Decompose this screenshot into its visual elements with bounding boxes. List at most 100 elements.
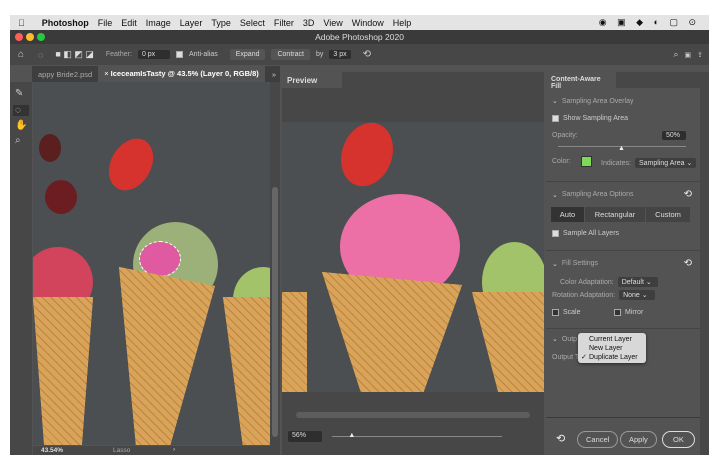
preview-image: [282, 122, 544, 392]
menu-edit[interactable]: Edit: [121, 18, 137, 28]
menu-window[interactable]: Window: [352, 18, 384, 28]
menu-3d[interactable]: 3D: [303, 18, 315, 28]
mirror-checkbox[interactable]: [614, 309, 621, 316]
feather-input[interactable]: 0 px: [137, 50, 170, 59]
menu-item-label: Duplicate Layer: [589, 354, 638, 361]
preview-zoom-slider[interactable]: [332, 436, 502, 437]
preview-zoom-input[interactable]: 56%: [288, 431, 322, 442]
opacity-thumb[interactable]: ▲: [618, 145, 625, 152]
antialias-checkbox[interactable]: [175, 51, 183, 58]
menu-item-duplicate-layer[interactable]: ✓ Duplicate Layer: [578, 353, 646, 362]
cone: [282, 292, 307, 392]
share-icon[interactable]: ⇪: [697, 51, 703, 59]
section-output-header[interactable]: ⌄ Outp: [552, 335, 577, 344]
apply-button[interactable]: Apply: [620, 431, 657, 448]
rotation-adaptation-select[interactable]: None ⌄: [619, 290, 656, 300]
document-canvas[interactable]: [33, 82, 270, 445]
cherry: [39, 134, 61, 162]
preview-scrollbar[interactable]: [296, 412, 530, 418]
mode-custom[interactable]: Custom: [646, 207, 690, 222]
lasso-tool-icon[interactable]: ◌: [13, 105, 29, 116]
feather-label: Feather:: [105, 51, 132, 58]
brush-icon[interactable]: ✎: [15, 88, 27, 99]
reset-all-icon[interactable]: ⟲: [556, 432, 565, 445]
tab-bride[interactable]: appy Bride2.psd: [32, 70, 98, 79]
cancel-button[interactable]: Cancel: [577, 431, 619, 448]
section-fill-header[interactable]: ⌄ Fill Settings ⟲: [552, 258, 692, 269]
menu-item-current-layer[interactable]: Current Layer: [578, 335, 646, 344]
opacity-input[interactable]: 50%: [662, 131, 686, 140]
menu-type[interactable]: Type: [211, 18, 231, 28]
menu-filter[interactable]: Filter: [274, 18, 294, 28]
chevron-down-icon: ⌄: [552, 98, 558, 105]
section-options-header[interactable]: ⌄ Sampling Area Options ⟲: [552, 189, 692, 200]
apple-icon[interactable]: : [18, 18, 25, 28]
indicates-value: Sampling Area: [638, 160, 685, 167]
cone: [472, 292, 544, 392]
preview-zoom-thumb[interactable]: ▲: [348, 432, 355, 439]
current-tool: Lasso: [113, 447, 131, 454]
title-bar: Adobe Photoshop 2020: [10, 30, 709, 44]
checkmark-icon: ✓: [581, 354, 587, 361]
menu-bar:  Photoshop File Edit Image Layer Type S…: [10, 15, 709, 30]
status-icons[interactable]: ◉ ▣ ◆ ◐ ▢ ⊙: [599, 17, 700, 28]
status-bar: 43.54% Lasso ›: [33, 446, 270, 455]
preview-title: Preview: [282, 72, 342, 88]
cone: [119, 267, 215, 445]
ok-button[interactable]: OK: [662, 431, 695, 448]
by-input[interactable]: 3 px: [329, 50, 351, 59]
expand-button[interactable]: Expand: [229, 49, 266, 60]
reset-icon[interactable]: ⟲: [363, 49, 371, 60]
menu-view[interactable]: View: [323, 18, 342, 28]
scale-checkbox[interactable]: [552, 309, 559, 316]
mirror-label: Mirror: [625, 309, 644, 316]
content-aware-fill-panel: Content-Aware Fill ⌄ Sampling Area Overla…: [546, 72, 700, 455]
minimize-button[interactable]: [26, 33, 34, 41]
menu-image[interactable]: Image: [146, 18, 171, 28]
selection-mode-icons[interactable]: ■ ◧ ◩ ◪: [55, 49, 93, 60]
output-to-label: Output T: [552, 354, 580, 361]
output-to-dropdown-menu: Current Layer New Layer ✓ Duplicate Layer: [578, 333, 646, 363]
expand-panels-icon[interactable]: »: [272, 70, 276, 79]
menu-help[interactable]: Help: [393, 18, 412, 28]
menu-select[interactable]: Select: [240, 18, 265, 28]
color-swatch[interactable]: [580, 156, 592, 167]
rotation-adaptation-value: None: [623, 292, 640, 299]
reset-icon[interactable]: ⟲: [684, 189, 692, 200]
sample-all-checkbox[interactable]: [552, 230, 559, 237]
lasso-icon[interactable]: ◌: [38, 50, 43, 60]
menu-layer[interactable]: Layer: [180, 18, 203, 28]
menu-app[interactable]: Photoshop: [42, 18, 89, 28]
reset-icon[interactable]: ⟲: [684, 258, 692, 269]
color-adaptation-value: Default: [621, 279, 644, 286]
menu-file[interactable]: File: [98, 18, 113, 28]
search-icon[interactable]: ⌕: [673, 49, 678, 60]
zoom-level[interactable]: 43.54%: [41, 447, 63, 454]
hand-icon[interactable]: ✋: [15, 120, 27, 131]
panel-scrollbar[interactable]: [700, 72, 709, 455]
zoom-tool-icon[interactable]: ⌕: [15, 135, 27, 146]
show-sampling-checkbox[interactable]: [552, 115, 559, 122]
cherry: [45, 180, 77, 214]
menu-item-new-layer[interactable]: New Layer: [578, 344, 646, 353]
scale-label: Scale: [563, 309, 581, 316]
status-arrow-icon[interactable]: ›: [173, 446, 175, 453]
tab-label: IceceamIsTasty @ 43.5% (Layer 0, RGB/8): [110, 69, 259, 78]
contract-button[interactable]: Contract: [271, 49, 310, 60]
zoom-button[interactable]: [37, 33, 45, 41]
color-adaptation-label: Color Adaptation:: [560, 278, 614, 286]
canvas-scrollbar[interactable]: [270, 82, 280, 455]
menu-item-label: Current Layer: [589, 336, 632, 343]
workspace-icon[interactable]: ▣: [685, 51, 692, 59]
toolbar: ✎ ◌ ✋ ⌕: [10, 82, 32, 455]
color-adaptation-select[interactable]: Default ⌄: [617, 277, 658, 287]
mode-auto[interactable]: Auto: [551, 207, 584, 222]
mode-rectangular[interactable]: Rectangular: [585, 207, 645, 222]
close-button[interactable]: [15, 33, 23, 41]
section-overlay-header[interactable]: ⌄ Sampling Area Overlay: [552, 97, 633, 106]
indicates-select[interactable]: Sampling Area ⌄: [634, 158, 697, 168]
home-icon[interactable]: ⌂: [18, 49, 24, 60]
tab-icecream[interactable]: × IceceamIsTasty @ 43.5% (Layer 0, RGB/8…: [98, 66, 265, 82]
window-title: Adobe Photoshop 2020: [315, 32, 404, 42]
panel-title: Content-Aware Fill: [546, 72, 616, 90]
